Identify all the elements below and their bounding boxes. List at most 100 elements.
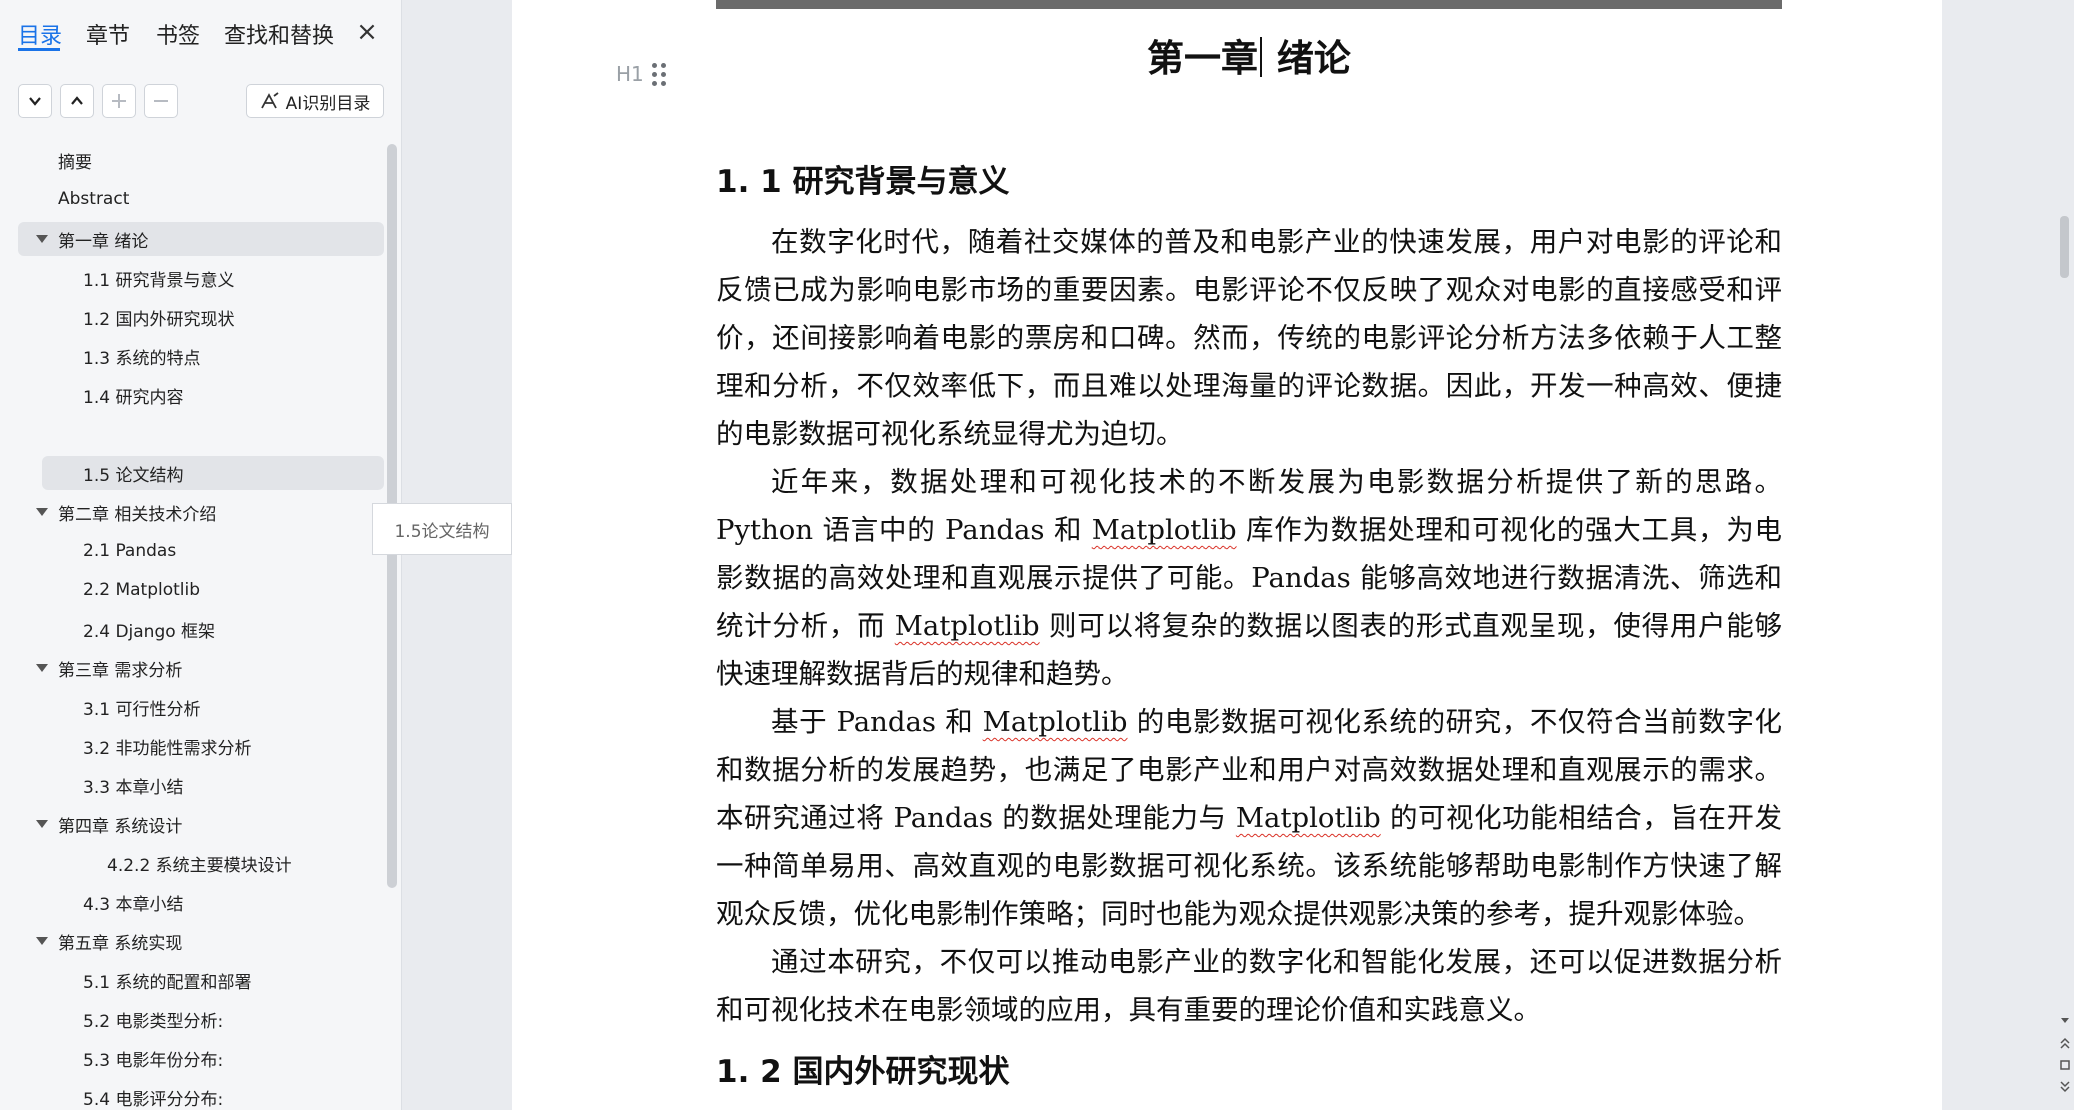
toc-item-3-1[interactable]: 3.1 可行性分析 bbox=[83, 690, 200, 724]
prev-page-icon[interactable] bbox=[2058, 1036, 2072, 1050]
caret-down-icon[interactable] bbox=[36, 664, 48, 672]
expand-down-button[interactable] bbox=[18, 84, 52, 118]
toc-item-abstract-en[interactable]: Abstract bbox=[58, 182, 129, 216]
toc-item-3-2[interactable]: 3.2 非功能性需求分析 bbox=[83, 729, 251, 763]
tab-chapters[interactable]: 章节 bbox=[86, 18, 130, 50]
toc-item-label: 2.4 Django 框架 bbox=[83, 621, 216, 642]
scrollbar-thumb[interactable] bbox=[2060, 216, 2069, 278]
caret-down-icon[interactable] bbox=[36, 937, 48, 945]
toc-item-label: 1.5 论文结构 bbox=[83, 465, 184, 486]
chapter-title-number: 第一章 bbox=[1147, 37, 1259, 80]
minus-icon bbox=[154, 100, 168, 102]
toc-item-1-4[interactable]: 1.4 研究内容 bbox=[83, 378, 183, 412]
toc-item-chapter-2[interactable]: 第二章 相关技术介绍 bbox=[36, 495, 216, 529]
toc-item-label: 2.1 Pandas bbox=[83, 541, 177, 561]
toc-item-5-3[interactable]: 5.3 电影年份分布: bbox=[83, 1041, 223, 1075]
spellcheck-word[interactable]: Matplotlib bbox=[1092, 514, 1237, 546]
toc-item-label: 第三章 需求分析 bbox=[58, 660, 183, 681]
toc-item-1-3[interactable]: 1.3 系统的特点 bbox=[83, 339, 200, 373]
heading-gutter[interactable]: H1 bbox=[616, 62, 666, 86]
chapter-title-text: 绪论 bbox=[1264, 37, 1351, 80]
toc-tooltip: 1.5论文结构 bbox=[372, 503, 512, 555]
toc-item-label: 摘要 bbox=[58, 152, 92, 173]
toc-item-4-2-2[interactable]: 4.2.2 系统主要模块设计 bbox=[107, 846, 292, 880]
toc-item-label: 1.2 国内外研究现状 bbox=[83, 309, 235, 330]
toc-item-label: 2.2 Matplotlib bbox=[83, 580, 201, 600]
toc-item-label: 4.3 本章小结 bbox=[83, 894, 184, 915]
add-heading-button[interactable] bbox=[102, 84, 136, 118]
paragraph-3[interactable]: 基于 Pandas 和 Matplotlib 的电影数据可视化系统的研究，不仅符… bbox=[716, 698, 1782, 938]
toc-item-1-1[interactable]: 1.1 研究背景与意义 bbox=[83, 261, 234, 295]
toc-item-chapter-4[interactable]: 第四章 系统设计 bbox=[36, 807, 182, 841]
toc-item-label: 3.3 本章小结 bbox=[83, 777, 184, 798]
text-run: 基于 Pandas 和 bbox=[771, 706, 983, 738]
paragraph-2[interactable]: 近年来，数据处理和可视化技术的不断发展为电影数据分析提供了新的思路。Python… bbox=[716, 458, 1782, 698]
toc-item-label: 4.2.2 系统主要模块设计 bbox=[107, 855, 292, 876]
tab-find-replace[interactable]: 查找和替换 bbox=[224, 18, 334, 50]
caret-down-icon[interactable] bbox=[36, 820, 48, 828]
plus-icon bbox=[112, 94, 126, 108]
toc-item-5-4[interactable]: 5.4 电影评分分布: bbox=[83, 1080, 223, 1110]
caret-down-icon[interactable] bbox=[36, 235, 48, 243]
remove-heading-button[interactable] bbox=[144, 84, 178, 118]
toc-item-chapter-5[interactable]: 第五章 系统实现 bbox=[36, 924, 182, 958]
document-page[interactable]: H1 第一章 绪论 1. 1 研究背景与意义 在数字化时代，随着社交媒体的普及和… bbox=[512, 0, 1942, 1110]
tab-bookmarks[interactable]: 书签 bbox=[156, 18, 200, 50]
toc-item-5-2[interactable]: 5.2 电影类型分析: bbox=[83, 1002, 223, 1036]
text-cursor bbox=[1260, 37, 1263, 77]
next-page-icon[interactable] bbox=[2058, 1080, 2072, 1094]
toc-item-label: 1.4 研究内容 bbox=[83, 387, 184, 408]
ai-recognize-toc-label: AI识别目录 bbox=[285, 93, 371, 114]
drag-handle-icon[interactable] bbox=[651, 62, 666, 86]
toc-sidebar: 目录 章节 书签 查找和替换 × AI识别目录 摘要 Abstract 第一章 … bbox=[0, 0, 402, 1110]
spellcheck-word[interactable]: Matplotlib bbox=[983, 706, 1128, 738]
caret-down-icon[interactable] bbox=[36, 508, 48, 516]
toc-item-label: 1.1 研究背景与意义 bbox=[83, 270, 235, 291]
scroll-down-icon[interactable] bbox=[2058, 1014, 2072, 1028]
toc-item-chapter-1[interactable]: 第一章 绪论 bbox=[18, 222, 384, 256]
heading-level-icon: H1 bbox=[616, 62, 644, 86]
section-heading-1-1[interactable]: 1. 1 研究背景与意义 bbox=[716, 156, 1010, 201]
chevron-down-icon bbox=[29, 97, 41, 106]
paragraph-4[interactable]: 通过本研究，不仅可以推动电影产业的数字化和智能化发展，还可以促进数据分析和可视化… bbox=[716, 938, 1782, 1034]
ai-wand-icon bbox=[260, 92, 279, 109]
toc-item-label: 3.1 可行性分析 bbox=[83, 699, 201, 720]
document-scrollbar[interactable] bbox=[2056, 0, 2074, 1110]
toc-item-1-5[interactable]: 1.5 论文结构 bbox=[42, 456, 384, 490]
toc-item-label: 第二章 相关技术介绍 bbox=[58, 504, 217, 525]
page-top-border bbox=[716, 0, 1782, 9]
active-tab-indicator bbox=[18, 48, 60, 51]
toc-item-label: 5.3 电影年份分布: bbox=[83, 1050, 224, 1071]
page-select-icon[interactable] bbox=[2058, 1058, 2072, 1072]
toc-item-5-1[interactable]: 5.1 系统的配置和部署 bbox=[83, 963, 251, 997]
toc-item-label: 1.3 系统的特点 bbox=[83, 348, 201, 369]
toc-item-2-2[interactable]: 2.2 Matplotlib bbox=[83, 573, 200, 607]
toc-item-abstract-cn[interactable]: 摘要 bbox=[58, 143, 92, 177]
toc-item-3-3[interactable]: 3.3 本章小结 bbox=[83, 768, 183, 802]
tab-toc[interactable]: 目录 bbox=[18, 18, 62, 50]
chevron-up-icon bbox=[71, 96, 83, 105]
chapter-title[interactable]: 第一章 绪论 bbox=[716, 28, 1782, 82]
section-heading-1-2[interactable]: 1. 2 国内外研究现状 bbox=[716, 1046, 1010, 1091]
toc-item-label: 第一章 绪论 bbox=[58, 231, 149, 252]
spellcheck-word[interactable]: Matplotlib bbox=[895, 610, 1040, 642]
toc-toolbar: AI识别目录 bbox=[0, 82, 401, 122]
ai-recognize-toc-button[interactable]: AI识别目录 bbox=[246, 84, 384, 118]
toc-item-label: Abstract bbox=[58, 189, 130, 209]
paragraph-1[interactable]: 在数字化时代，随着社交媒体的普及和电影产业的快速发展，用户对电影的评论和反馈已成… bbox=[716, 218, 1782, 458]
toc-item-label: 5.4 电影评分分布: bbox=[83, 1089, 224, 1110]
toc-item-2-1[interactable]: 2.1 Pandas bbox=[83, 534, 176, 568]
toc-item-1-2[interactable]: 1.2 国内外研究现状 bbox=[83, 300, 234, 334]
toc-item-label: 第五章 系统实现 bbox=[58, 933, 183, 954]
close-icon[interactable]: × bbox=[354, 19, 380, 46]
toc-item-label: 5.1 系统的配置和部署 bbox=[83, 972, 252, 993]
toc-item-2-4[interactable]: 2.4 Django 框架 bbox=[83, 612, 215, 646]
toc-item-label: 3.2 非功能性需求分析 bbox=[83, 738, 252, 759]
sidebar-tabs: 目录 章节 书签 查找和替换 × bbox=[0, 0, 401, 70]
spellcheck-word[interactable]: Matplotlib bbox=[1236, 802, 1381, 834]
toc-item-4-3[interactable]: 4.3 本章小结 bbox=[83, 885, 183, 919]
toc-item-chapter-3[interactable]: 第三章 需求分析 bbox=[36, 651, 182, 685]
toc-item-label: 第四章 系统设计 bbox=[58, 816, 183, 837]
toc-item-label: 5.2 电影类型分析: bbox=[83, 1011, 224, 1032]
collapse-up-button[interactable] bbox=[60, 84, 94, 118]
